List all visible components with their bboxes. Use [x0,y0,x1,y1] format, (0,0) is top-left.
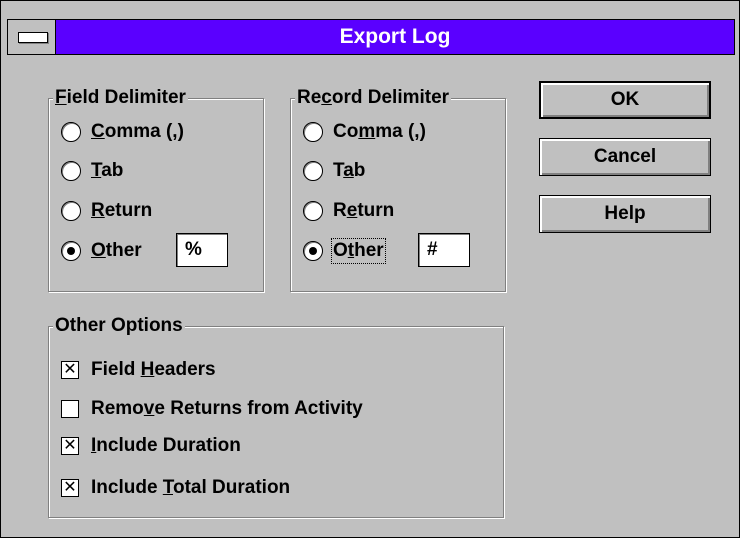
record-delimiter-legend: Record Delimiter [295,87,452,109]
radio-circle-selected [61,241,81,261]
remove-returns-label: Remove Returns from Activity [91,398,363,419]
field-radio-comma-label: Comma (,) [91,121,184,142]
remove-returns-checkbox[interactable]: Remove Returns from Activity [61,398,363,420]
record-radio-other-label: Other [331,238,386,264]
field-radio-other-label: Other [91,240,142,261]
radio-circle [61,122,81,142]
checkbox-box [61,400,79,418]
window-title: Export Log [339,25,451,48]
field-radio-return-label: Return [91,200,153,221]
title-bar: Export Log [7,19,735,55]
field-radio-tab-label: Tab [91,160,124,181]
radio-circle [303,161,323,181]
radio-circle [61,161,81,181]
system-menu-icon [18,32,48,43]
export-log-dialog: Export Log Field Delimiter Comma (,) Tab… [0,0,740,538]
cancel-button[interactable]: Cancel [539,138,711,176]
record-radio-comma-label: Comma (,) [333,121,426,142]
record-radio-tab-label: Tab [333,160,366,181]
other-options-legend: Other Options [53,315,185,337]
record-delimiter-group: Record Delimiter Comma (,) Tab Return Ot… [290,87,506,292]
help-button[interactable]: Help [539,195,711,233]
record-radio-comma[interactable]: Comma (,) [303,121,426,143]
record-radio-other[interactable]: Other [303,238,386,264]
other-options-group: Other Options ✕ Field Headers Remove Ret… [48,315,504,518]
checkbox-box: ✕ [61,437,79,455]
field-delimiter-group: Field Delimiter Comma (,) Tab Return Oth… [48,87,264,292]
ok-button[interactable]: OK [539,81,711,119]
record-other-input[interactable]: # [418,233,470,267]
record-radio-tab[interactable]: Tab [303,160,365,182]
system-menu-button[interactable] [8,20,56,54]
radio-circle-selected [303,241,323,261]
field-radio-other[interactable]: Other [61,240,142,262]
field-radio-comma[interactable]: Comma (,) [61,121,184,143]
include-duration-label: Include Duration [91,435,241,456]
radio-circle [303,201,323,221]
field-headers-checkbox[interactable]: ✕ Field Headers [61,359,216,381]
include-total-duration-checkbox[interactable]: ✕ Include Total Duration [61,477,290,499]
include-total-duration-label: Include Total Duration [91,477,291,498]
checkbox-box: ✕ [61,479,79,497]
field-radio-tab[interactable]: Tab [61,160,123,182]
checkbox-box: ✕ [61,361,79,379]
radio-circle [303,122,323,142]
record-radio-return-label: Return [333,200,395,221]
field-radio-return[interactable]: Return [61,200,152,222]
radio-circle [61,201,81,221]
field-other-input[interactable]: % [176,233,228,267]
include-duration-checkbox[interactable]: ✕ Include Duration [61,435,241,457]
record-radio-return[interactable]: Return [303,200,394,222]
field-headers-label: Field Headers [91,359,216,380]
field-delimiter-legend: Field Delimiter [53,87,188,109]
